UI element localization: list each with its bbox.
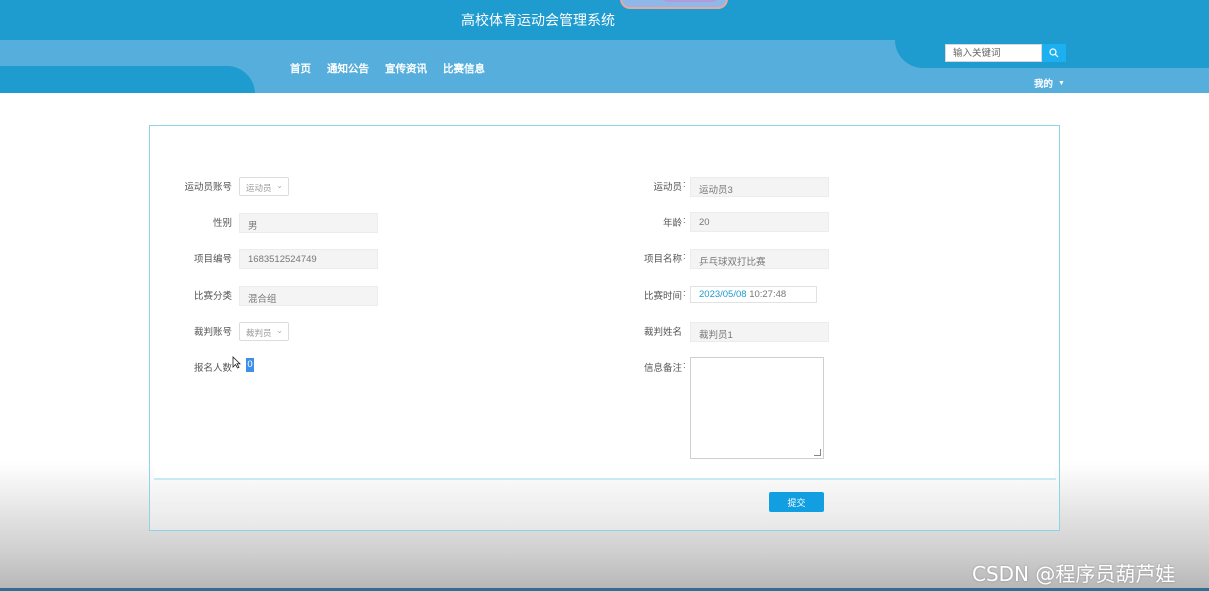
athlete-account-label: 运动员账号	[184, 182, 232, 193]
nav-notices[interactable]: 通知公告	[327, 61, 369, 76]
mouse-cursor-icon	[232, 356, 241, 369]
match-time-time: 10:27:48	[749, 289, 787, 300]
project-name-label: 项目名称	[643, 254, 682, 265]
nav-matches[interactable]: 比赛信息	[443, 61, 485, 76]
submit-button[interactable]: 提交	[769, 492, 824, 512]
match-time-label: 比赛时间	[643, 291, 682, 302]
chevron-down-icon: ⌄	[276, 326, 283, 335]
resize-grip-icon[interactable]	[814, 449, 821, 456]
label-colon: :	[227, 324, 230, 335]
site-title: 高校体育运动会管理系统	[461, 12, 615, 28]
referee-account-value: 裁判员	[246, 328, 272, 338]
search-input[interactable]	[945, 44, 1042, 62]
nav-right-band	[930, 68, 1209, 93]
form-divider	[154, 478, 1056, 480]
athlete-label: 运动员	[653, 182, 682, 193]
caret-down-icon: ▼	[1058, 79, 1065, 87]
label-colon: :	[227, 288, 230, 299]
athlete-field[interactable]: 运动员3	[690, 177, 829, 197]
search-icon	[1049, 48, 1059, 58]
age-field[interactable]: 20	[690, 212, 829, 232]
referee-name-field[interactable]: 裁判员1	[690, 322, 829, 342]
title-decoration	[620, 0, 728, 9]
project-no-field[interactable]: 1683512524749	[239, 249, 378, 269]
referee-name-label: 裁判姓名	[643, 327, 682, 338]
athlete-account-select[interactable]: 运动员 ⌄	[239, 177, 289, 196]
label-colon: :	[683, 215, 686, 226]
referee-account-select[interactable]: 裁判员 ⌄	[239, 322, 289, 341]
athlete-account-value: 运动员	[246, 183, 272, 193]
gender-field[interactable]: 男	[239, 213, 378, 233]
search-button[interactable]	[1042, 44, 1066, 62]
remarks-label: 信息备注	[643, 363, 682, 374]
gender-label: 性别	[212, 218, 232, 229]
chevron-down-icon: ⌄	[276, 181, 283, 190]
signup-count-label: 报名人数	[193, 363, 232, 374]
label-colon: :	[683, 251, 686, 262]
nav-home[interactable]: 首页	[290, 61, 311, 76]
project-no-label: 项目编号	[193, 254, 232, 265]
referee-account-label: 裁判账号	[193, 327, 232, 338]
project-name-field[interactable]: 乒乓球双打比赛	[690, 249, 829, 269]
nav-curve-left	[0, 66, 255, 93]
category-field[interactable]: 混合组	[239, 286, 378, 306]
label-colon: :	[683, 288, 686, 299]
age-label: 年龄	[662, 218, 682, 229]
label-colon: :	[683, 360, 686, 371]
match-time-date: 2023/05/08	[699, 289, 747, 300]
watermark: CSDN @程序员葫芦娃	[972, 562, 1176, 586]
user-menu[interactable]: 我的 ▼	[1034, 76, 1065, 90]
category-label: 比赛分类	[193, 291, 232, 302]
signup-count-input[interactable]: 0	[246, 358, 254, 372]
label-colon: :	[227, 251, 230, 262]
user-menu-label: 我的	[1034, 79, 1054, 90]
label-colon: :	[683, 179, 686, 190]
nav-news[interactable]: 宣传资讯	[385, 61, 427, 76]
site-header: 高校体育运动会管理系统 首页 通知公告 宣传资讯 比赛信息 我的 ▼	[0, 0, 1209, 93]
label-colon: :	[227, 215, 230, 226]
match-time-field[interactable]: 2023/05/08 10:27:48	[690, 286, 817, 303]
label-colon: :	[227, 179, 230, 190]
main-nav: 首页 通知公告 宣传资讯 比赛信息	[290, 61, 485, 76]
remarks-textarea[interactable]	[690, 357, 824, 459]
